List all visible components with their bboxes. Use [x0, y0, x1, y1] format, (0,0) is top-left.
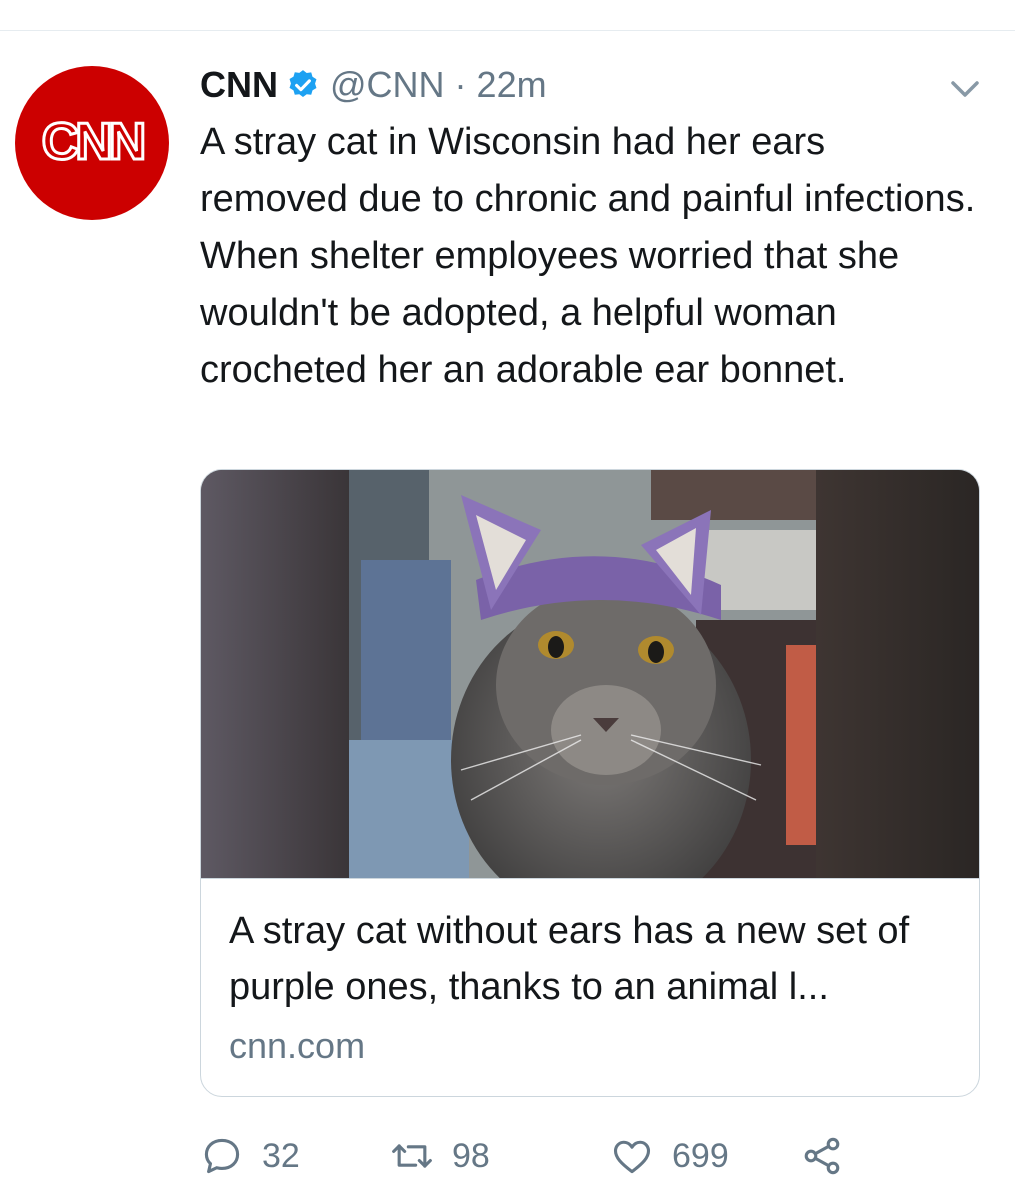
cat-photo [201, 470, 979, 878]
tweet-header: CNN @CNN · 22m [200, 60, 990, 110]
reply-button[interactable]: 32 [200, 1128, 300, 1184]
link-card[interactable]: A stray cat without ears has a new set o… [200, 469, 980, 1097]
verified-badge-icon [289, 70, 317, 98]
share-button[interactable] [800, 1128, 844, 1184]
card-image[interactable] [201, 470, 979, 878]
author-name[interactable]: CNN [200, 60, 278, 110]
author-handle[interactable]: @CNN [330, 60, 445, 110]
cnn-logo: CNN [40, 113, 149, 173]
retweet-icon [392, 1144, 432, 1168]
chevron-down-icon[interactable] [945, 74, 985, 104]
tweet-timestamp[interactable]: 22m [477, 60, 547, 110]
retweet-count: 98 [452, 1136, 490, 1175]
separator-dot: · [454, 64, 467, 105]
tweet-content: CNN @CNN · 22m A stray cat in Wisconsin … [200, 60, 990, 399]
top-divider [0, 30, 1015, 31]
card-title[interactable]: A stray cat without ears has a new set o… [229, 903, 959, 1015]
card-domain: cnn.com [229, 1025, 366, 1066]
tweet-actions: 32 98 699 [200, 1128, 990, 1184]
card-body: A stray cat without ears has a new set o… [201, 878, 979, 1096]
heart-icon [613, 1140, 651, 1174]
avatar[interactable]: CNN [15, 66, 169, 220]
like-count: 699 [672, 1136, 729, 1175]
reply-icon [204, 1138, 240, 1174]
share-icon [804, 1137, 840, 1175]
retweet-button[interactable]: 98 [390, 1128, 490, 1184]
like-button[interactable]: 699 [610, 1128, 729, 1184]
tweet-text: A stray cat in Wisconsin had her ears re… [200, 121, 976, 391]
reply-count: 32 [262, 1136, 300, 1175]
svg-text:CNN: CNN [42, 113, 144, 171]
